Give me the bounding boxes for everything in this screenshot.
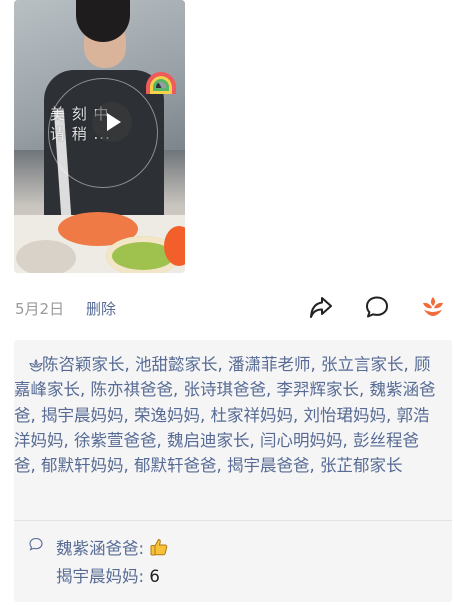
comment-author[interactable]: 魏紫涵爸爸 (56, 539, 139, 558)
comment-icon[interactable] (364, 294, 390, 320)
panel-divider (14, 520, 452, 521)
comment-row[interactable]: 揭宇晨妈妈: 6 (56, 564, 160, 589)
share-icon[interactable] (308, 294, 334, 320)
comment-separator: : (138, 539, 145, 558)
flower-icon[interactable] (420, 294, 446, 320)
video-bowl (16, 240, 76, 273)
rainbow-sticker-icon (146, 72, 176, 94)
like-names-list[interactable]: 陈咨颖家长, 池甜懿家长, 潘潇菲老师, 张立言家长, 顾嘉峰家长, 陈亦祺爸爸… (14, 352, 440, 478)
comment-separator: : (138, 567, 145, 586)
comment-row[interactable]: 魏紫涵爸爸: (56, 536, 169, 561)
comment-author[interactable]: 揭宇晨妈妈 (56, 567, 139, 586)
play-button-icon[interactable] (92, 102, 132, 142)
video-thumbnail[interactable]: 美 刻 中 请 稍 ... (14, 0, 185, 273)
thumbs-up-emoji-icon (150, 538, 168, 556)
comment-text: 6 (149, 567, 160, 586)
delete-link[interactable]: 删除 (86, 298, 116, 319)
comment-bubble-icon (29, 537, 43, 551)
post-date: 5月2日 (15, 300, 65, 318)
